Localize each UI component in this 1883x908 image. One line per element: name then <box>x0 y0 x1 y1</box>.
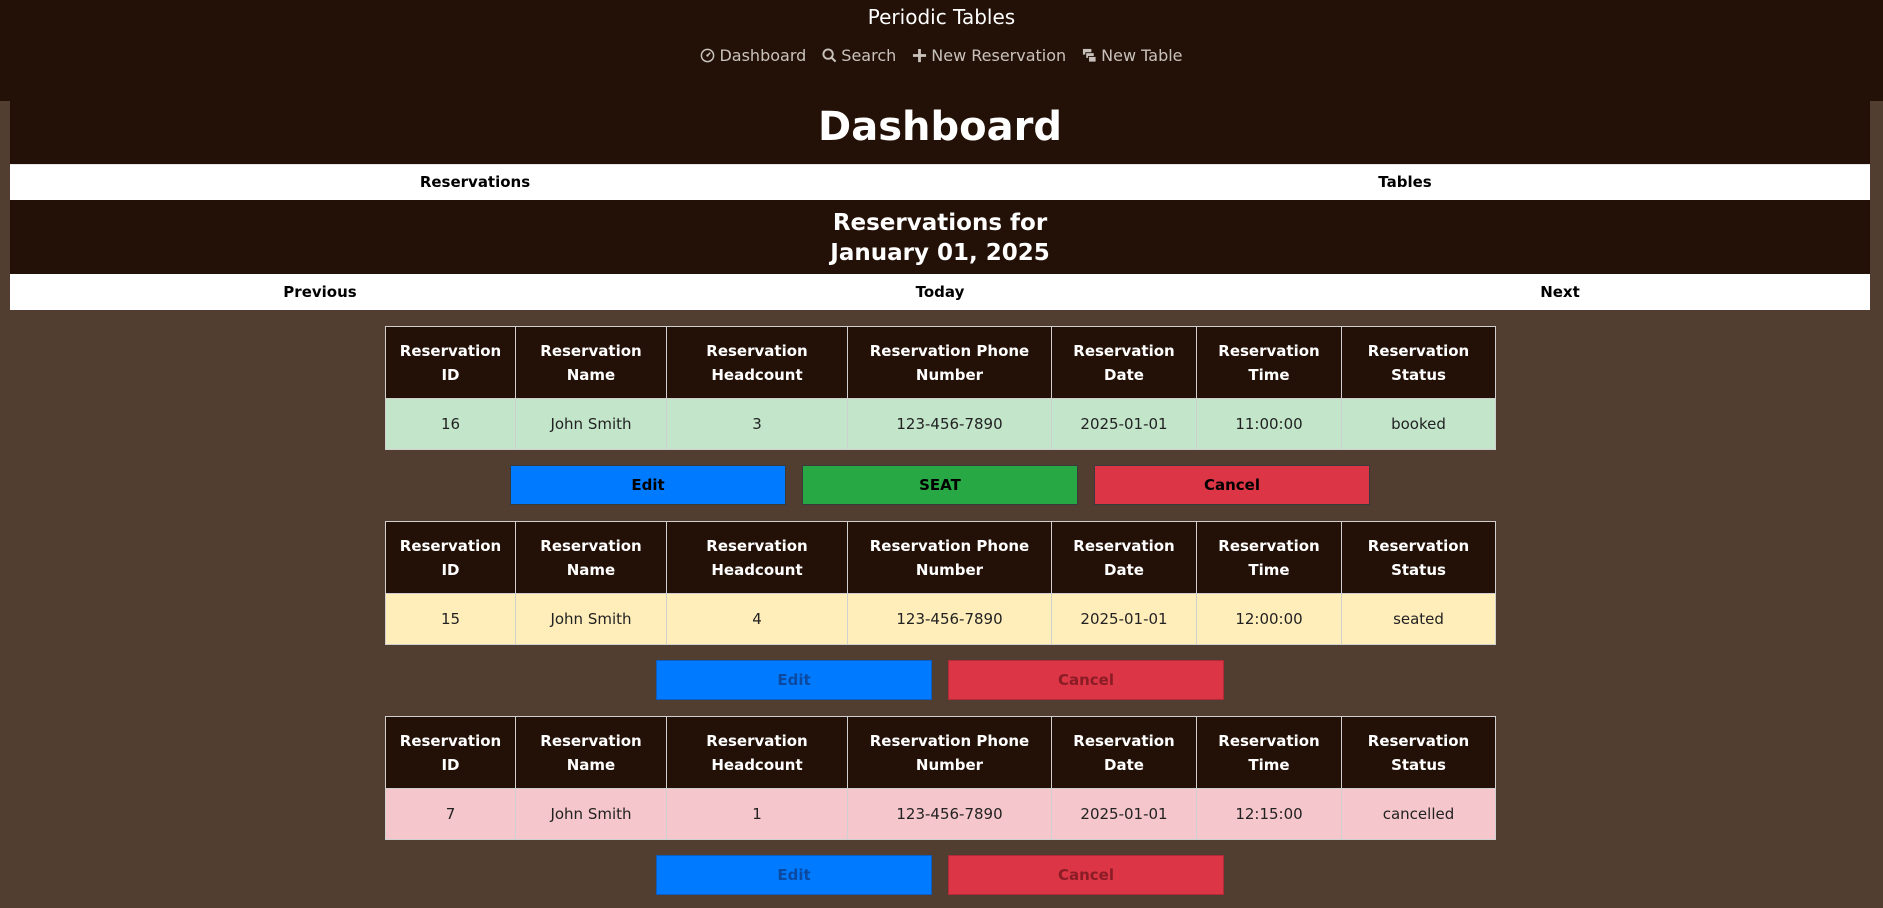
seat-button[interactable]: SEAT <box>802 465 1078 505</box>
nav-new-table-label: New Table <box>1101 46 1183 65</box>
header-time: Reservation Time <box>1196 716 1342 789</box>
reservation-card: Reservation ID Reservation Name Reservat… <box>385 716 1496 895</box>
cell-id: 7 <box>385 788 516 840</box>
header-id: Reservation ID <box>385 326 516 399</box>
header-date: Reservation Date <box>1051 521 1197 594</box>
header-status: Reservation Status <box>1341 716 1496 789</box>
header-headcount: Reservation Headcount <box>666 716 848 789</box>
reservation-actions: Edit Cancel <box>385 660 1495 700</box>
header-name: Reservation Name <box>515 521 667 594</box>
cell-time: 11:00:00 <box>1196 398 1342 450</box>
edit-button[interactable]: Edit <box>656 660 932 700</box>
cancel-button[interactable]: Cancel <box>1094 465 1370 505</box>
reservation-actions: Edit Cancel <box>385 855 1495 895</box>
cell-status: cancelled <box>1341 788 1496 840</box>
header-time: Reservation Time <box>1196 326 1342 399</box>
dashboard-icon <box>700 48 715 63</box>
reservation-card: Reservation ID Reservation Name Reservat… <box>385 521 1496 700</box>
cell-name: John Smith <box>515 398 667 450</box>
header-status: Reservation Status <box>1341 326 1496 399</box>
cell-time: 12:00:00 <box>1196 593 1342 645</box>
header-id: Reservation ID <box>385 521 516 594</box>
header-name: Reservation Name <box>515 716 667 789</box>
cell-time: 12:15:00 <box>1196 788 1342 840</box>
header-time: Reservation Time <box>1196 521 1342 594</box>
next-button[interactable]: Next <box>1250 274 1870 310</box>
header-phone: Reservation Phone Number <box>847 716 1052 789</box>
nav-dashboard[interactable]: Dashboard <box>700 46 806 65</box>
tab-tables[interactable]: Tables <box>940 165 1870 200</box>
cell-status: seated <box>1341 593 1496 645</box>
today-button[interactable]: Today <box>630 274 1250 310</box>
top-navbar: Periodic Tables Dashboard Search New Res… <box>0 0 1883 101</box>
section-tabs: Reservations Tables <box>10 164 1870 200</box>
reservation-table: Reservation ID Reservation Name Reservat… <box>385 716 1496 840</box>
edit-button[interactable]: Edit <box>510 465 786 505</box>
cancel-button[interactable]: Cancel <box>948 660 1224 700</box>
table-header-row: Reservation ID Reservation Name Reservat… <box>385 326 1496 399</box>
header-date: Reservation Date <box>1051 716 1197 789</box>
app-title[interactable]: Periodic Tables <box>0 5 1883 29</box>
nav-new-table[interactable]: New Table <box>1082 46 1183 65</box>
cancel-button[interactable]: Cancel <box>948 855 1224 895</box>
reservations-heading-date: January 01, 2025 <box>830 240 1050 266</box>
table-icon <box>1082 48 1097 63</box>
header-status: Reservation Status <box>1341 521 1496 594</box>
table-row: 15 John Smith 4 123-456-7890 2025-01-01 … <box>385 593 1496 645</box>
main-content: Dashboard Reservations Tables Reservatio… <box>10 101 1870 310</box>
header-headcount: Reservation Headcount <box>666 326 848 399</box>
cell-id: 16 <box>385 398 516 450</box>
table-row: 7 John Smith 1 123-456-7890 2025-01-01 1… <box>385 788 1496 840</box>
page-title: Dashboard <box>10 101 1870 164</box>
cell-phone: 123-456-7890 <box>847 398 1052 450</box>
cell-date: 2025-01-01 <box>1051 788 1197 840</box>
table-header-row: Reservation ID Reservation Name Reservat… <box>385 521 1496 594</box>
reservations-heading: Reservations for January 01, 2025 <box>10 200 1870 274</box>
table-header-row: Reservation ID Reservation Name Reservat… <box>385 716 1496 789</box>
table-row: 16 John Smith 3 123-456-7890 2025-01-01 … <box>385 398 1496 450</box>
reservation-table: Reservation ID Reservation Name Reservat… <box>385 521 1496 645</box>
plus-icon <box>912 48 927 63</box>
tab-reservations[interactable]: Reservations <box>10 165 940 200</box>
cell-headcount: 1 <box>666 788 848 840</box>
cell-status: booked <box>1341 398 1496 450</box>
header-phone: Reservation Phone Number <box>847 326 1052 399</box>
header-phone: Reservation Phone Number <box>847 521 1052 594</box>
reservation-table: Reservation ID Reservation Name Reservat… <box>385 326 1496 450</box>
date-navigation: Previous Today Next <box>10 274 1870 310</box>
reservation-actions: Edit SEAT Cancel <box>385 465 1495 505</box>
header-date: Reservation Date <box>1051 326 1197 399</box>
nav-search[interactable]: Search <box>822 46 896 65</box>
header-name: Reservation Name <box>515 326 667 399</box>
cell-date: 2025-01-01 <box>1051 398 1197 450</box>
cell-name: John Smith <box>515 593 667 645</box>
search-icon <box>822 48 837 63</box>
previous-button[interactable]: Previous <box>10 274 630 310</box>
cell-name: John Smith <box>515 788 667 840</box>
cell-headcount: 3 <box>666 398 848 450</box>
edit-button[interactable]: Edit <box>656 855 932 895</box>
cell-date: 2025-01-01 <box>1051 593 1197 645</box>
reservation-card: Reservation ID Reservation Name Reservat… <box>385 326 1496 505</box>
header-headcount: Reservation Headcount <box>666 521 848 594</box>
nav-dashboard-label: Dashboard <box>719 46 807 65</box>
header-id: Reservation ID <box>385 716 516 789</box>
cell-headcount: 4 <box>666 593 848 645</box>
cell-phone: 123-456-7890 <box>847 788 1052 840</box>
cell-phone: 123-456-7890 <box>847 593 1052 645</box>
main-nav: Dashboard Search New Reservation New Tab… <box>0 46 1883 65</box>
nav-new-reservation[interactable]: New Reservation <box>912 46 1066 65</box>
nav-search-label: Search <box>841 46 897 65</box>
nav-new-reservation-label: New Reservation <box>931 46 1067 65</box>
cell-id: 15 <box>385 593 516 645</box>
reservations-heading-line1: Reservations for <box>832 210 1048 236</box>
